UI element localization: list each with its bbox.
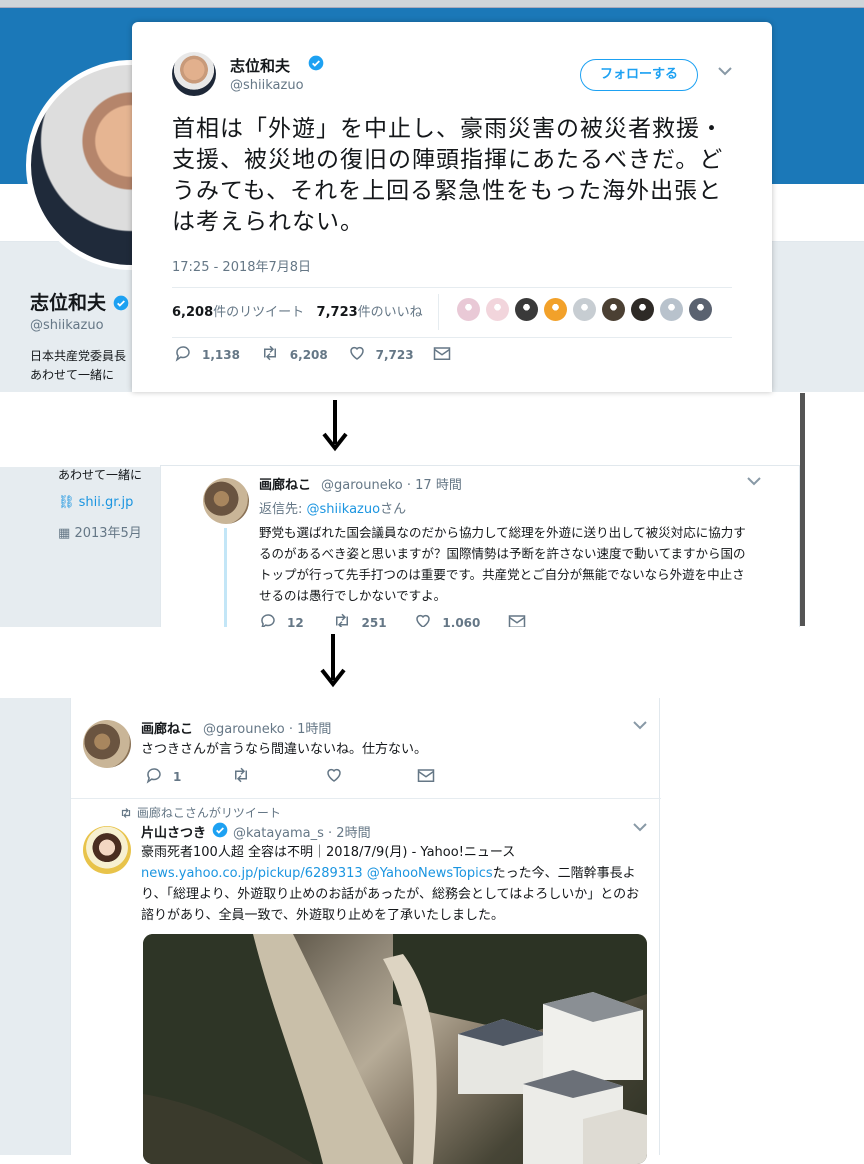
retweet-icon: [263, 345, 276, 361]
tweet-timestamp[interactable]: 17:25 - 2018年7月8日: [172, 256, 311, 275]
liker-avatar[interactable]: [602, 298, 625, 321]
chevron-down-icon[interactable]: [633, 720, 647, 730]
tweet-text: 首相は「外遊」を中止し、豪雨災害の被災者救援・支援、被災地の復旧の陣頭指揮にあた…: [172, 116, 724, 235]
down-arrow: [320, 398, 350, 452]
chevron-down-icon[interactable]: [718, 66, 732, 76]
retweet-icon: [335, 613, 348, 627]
likes-number: 7,723: [316, 305, 358, 320]
liker-avatar[interactable]: [660, 298, 683, 321]
tweet-text: さつきさんが言うなら間違いないね。仕方ない。: [141, 742, 428, 757]
news-link[interactable]: news.yahoo.co.jp/pickup/6289313: [141, 866, 363, 881]
tweet-stats[interactable]: 6,208件のリツイート 7,723件のいいね: [172, 301, 423, 320]
timeline-margin: [660, 698, 864, 1155]
profile-bio: 日本共産党委員長 あわせて一緒に: [30, 349, 127, 382]
link-icon: ⛓: [58, 495, 75, 510]
retweet-button[interactable]: 6,208: [260, 344, 328, 362]
edge-shadow: [800, 393, 805, 626]
likes-label: 件のいいね: [357, 305, 423, 320]
author-handle-time[interactable]: @katayama_s · 2時間: [233, 822, 371, 841]
landslide-photo: [143, 934, 647, 1164]
retweet-icon: [119, 807, 133, 819]
down-arrow: [318, 632, 348, 688]
heart-icon: [349, 346, 364, 360]
dm-button[interactable]: [433, 346, 461, 362]
dm-button[interactable]: [417, 768, 445, 784]
timeline-margin: [0, 698, 70, 1155]
reply-to-line: 返信先: @shiikazuoさん: [259, 502, 407, 517]
retweets-number: 6,208: [172, 305, 214, 320]
reply-tweet-card[interactable]: 画廊ねこ @garouneko · 17 時間 返信先: @shiikazuoさ…: [160, 465, 800, 627]
author-avatar[interactable]: [172, 52, 216, 96]
heart-icon: [327, 768, 341, 782]
like-button[interactable]: [325, 766, 353, 784]
divider: [172, 337, 732, 338]
author-handle[interactable]: @shiikazuo: [230, 78, 304, 93]
tweet-detail-card: 志位和夫 @shiikazuo フォローする 首相は「外遊」を中止し、豪雨災害の…: [132, 22, 772, 392]
profile-name: 志位和夫: [30, 288, 129, 315]
tweet-photo[interactable]: [143, 934, 647, 1164]
reply-button[interactable]: 12: [259, 612, 304, 627]
author-name[interactable]: 画廊ねこ: [141, 718, 193, 737]
author-avatar[interactable]: [203, 478, 249, 524]
retweet-context: 画廊ねこさんがリツイート: [119, 804, 281, 821]
reply-icon: [261, 614, 275, 627]
verified-icon: [212, 822, 228, 838]
verified-icon: [113, 295, 128, 311]
retweet-button[interactable]: 251: [332, 612, 387, 627]
reply-button[interactable]: 1,138: [174, 344, 240, 362]
author-handle-time[interactable]: @garouneko · 17 時間: [321, 474, 462, 493]
tweet-actions: 12 251 1,060: [259, 612, 552, 627]
author-name[interactable]: 画廊ねこ: [259, 474, 311, 493]
liker-avatar[interactable]: [544, 298, 567, 321]
liker-avatar[interactable]: [515, 298, 538, 321]
reply-icon: [146, 768, 161, 784]
chevron-down-icon[interactable]: [747, 476, 761, 486]
dm-button[interactable]: [508, 614, 536, 627]
profile-joined: ▦ 2013年5月: [58, 526, 142, 541]
author-avatar[interactable]: [83, 826, 131, 874]
author-handle-time[interactable]: @garouneko · 1時間: [203, 718, 331, 737]
divider: [172, 287, 732, 288]
author-avatar[interactable]: [83, 720, 131, 768]
liker-avatar[interactable]: [689, 298, 712, 321]
reply-button[interactable]: 1: [145, 766, 181, 784]
tweet-text: 豪雨死者100人超 全容は不明｜2018/7/9(月) - Yahoo!ニュース…: [141, 845, 640, 923]
liker-avatar[interactable]: [486, 298, 509, 321]
thread-line: [224, 528, 227, 627]
profile-handle: @shiikazuo: [30, 318, 104, 333]
follow-button[interactable]: フォローする: [580, 59, 698, 91]
liker-avatar[interactable]: [631, 298, 654, 321]
heart-icon: [416, 614, 431, 627]
envelope-icon: [434, 347, 451, 360]
like-button[interactable]: 7,723: [348, 344, 414, 362]
like-button[interactable]: 1,060: [414, 612, 480, 627]
reply-icon: [175, 346, 190, 362]
liker-avatar[interactable]: [457, 298, 480, 321]
profile-background-partial: あわせて一緒に ⛓ shii.gr.jp ▦ 2013年5月: [0, 467, 160, 627]
tweet-text: 野党も選ばれた国会議員なのだから協力して総理を外遊に送り出して被災対応に協力する…: [259, 525, 746, 603]
browser-strip: [0, 0, 864, 8]
profile-link[interactable]: ⛓ shii.gr.jp: [58, 495, 133, 510]
chevron-down-icon[interactable]: [633, 822, 647, 832]
retweets-label: 件のリツイート: [213, 305, 305, 320]
verified-icon: [308, 55, 324, 71]
divider: [71, 798, 661, 799]
timeline: 画廊ねこ @garouneko · 1時間 さつきさんが言うなら間違いないね。仕…: [70, 698, 661, 1164]
envelope-icon: [417, 769, 435, 782]
mention-link[interactable]: @YahooNewsTopics: [367, 866, 493, 881]
liker-avatar[interactable]: [573, 298, 596, 321]
liker-avatars[interactable]: [457, 298, 718, 321]
calendar-icon: ▦: [58, 526, 71, 541]
author-name[interactable]: 志位和夫: [230, 55, 290, 76]
reply-to-mention[interactable]: @shiikazuo: [307, 502, 381, 517]
retweet-button[interactable]: [231, 766, 261, 784]
envelope-icon: [508, 615, 526, 627]
divider: [438, 294, 439, 330]
tweet-actions: 1,138 6,208 7,723: [174, 344, 477, 365]
author-name[interactable]: 片山さつき: [141, 822, 206, 841]
tweet-actions: 1: [145, 766, 461, 787]
retweet-icon: [235, 767, 248, 783]
